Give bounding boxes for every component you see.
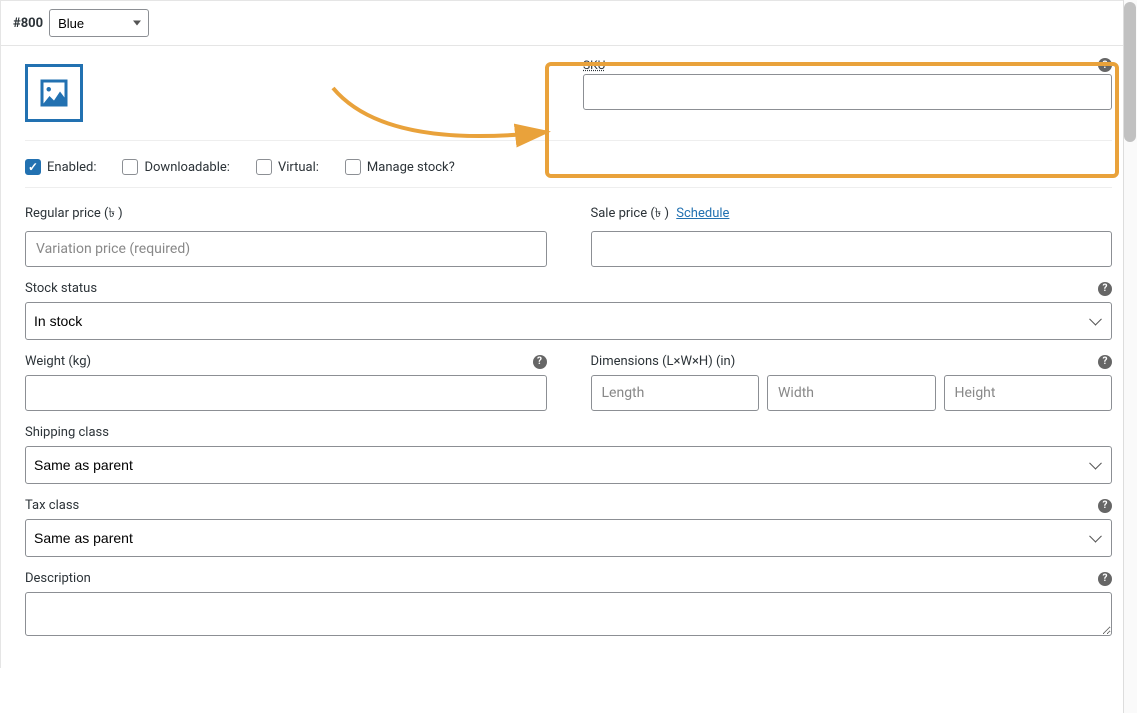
width-input[interactable]: [767, 375, 936, 411]
checkbox-icon: [122, 159, 138, 175]
description-label: Description: [25, 571, 91, 586]
description-help-icon[interactable]: ?: [1098, 572, 1112, 586]
scrollbar-thumb[interactable]: [1124, 2, 1136, 142]
tax-class-help-icon[interactable]: ?: [1098, 499, 1112, 513]
schedule-link[interactable]: Schedule: [676, 206, 729, 221]
sku-input[interactable]: [583, 74, 1112, 110]
tax-class-label: Tax class: [25, 498, 79, 513]
regular-price-label: Regular price (৳ ): [25, 204, 547, 225]
sku-label: SKU: [583, 58, 605, 72]
vertical-scrollbar[interactable]: [1123, 0, 1137, 713]
sale-price-input[interactable]: [591, 231, 1113, 267]
checkbox-icon: [25, 159, 41, 175]
enabled-checkbox[interactable]: Enabled:: [25, 159, 96, 175]
variation-id: #800: [13, 16, 43, 31]
dimensions-label: Dimensions (L×W×H) (in): [591, 354, 736, 369]
image-icon: [36, 75, 72, 111]
regular-price-input[interactable]: [25, 231, 547, 267]
manage-stock-checkbox[interactable]: Manage stock?: [345, 159, 455, 175]
weight-label: Weight (kg): [25, 354, 91, 369]
sale-price-label: Sale price (৳ ) Schedule: [591, 204, 1113, 225]
enabled-label: Enabled:: [47, 160, 96, 175]
variation-image-upload[interactable]: [25, 64, 83, 122]
tax-class-select[interactable]: Same as parent: [25, 519, 1112, 557]
downloadable-checkbox[interactable]: Downloadable:: [122, 159, 229, 175]
stock-status-help-icon[interactable]: ?: [1098, 282, 1112, 296]
variation-header: #800 Blue: [1, 1, 1136, 46]
description-textarea[interactable]: [25, 592, 1112, 636]
length-input[interactable]: [591, 375, 760, 411]
attribute-select[interactable]: Blue: [49, 9, 149, 37]
checkbox-icon: [345, 159, 361, 175]
shipping-class-label: Shipping class: [25, 425, 1112, 440]
dimensions-help-icon[interactable]: ?: [1098, 355, 1112, 369]
variation-toggles: Enabled: Downloadable: Virtual: Manage s…: [25, 151, 1112, 188]
height-input[interactable]: [944, 375, 1113, 411]
sku-help-icon[interactable]: ?: [1098, 58, 1112, 72]
virtual-label: Virtual:: [278, 160, 319, 175]
virtual-checkbox[interactable]: Virtual:: [256, 159, 319, 175]
stock-status-select[interactable]: In stock: [25, 302, 1112, 340]
weight-help-icon[interactable]: ?: [533, 355, 547, 369]
weight-input[interactable]: [25, 375, 547, 411]
checkbox-icon: [256, 159, 272, 175]
shipping-class-select[interactable]: Same as parent: [25, 446, 1112, 484]
stock-status-label: Stock status: [25, 281, 97, 296]
manage-stock-label: Manage stock?: [367, 160, 455, 175]
downloadable-label: Downloadable:: [144, 160, 229, 175]
